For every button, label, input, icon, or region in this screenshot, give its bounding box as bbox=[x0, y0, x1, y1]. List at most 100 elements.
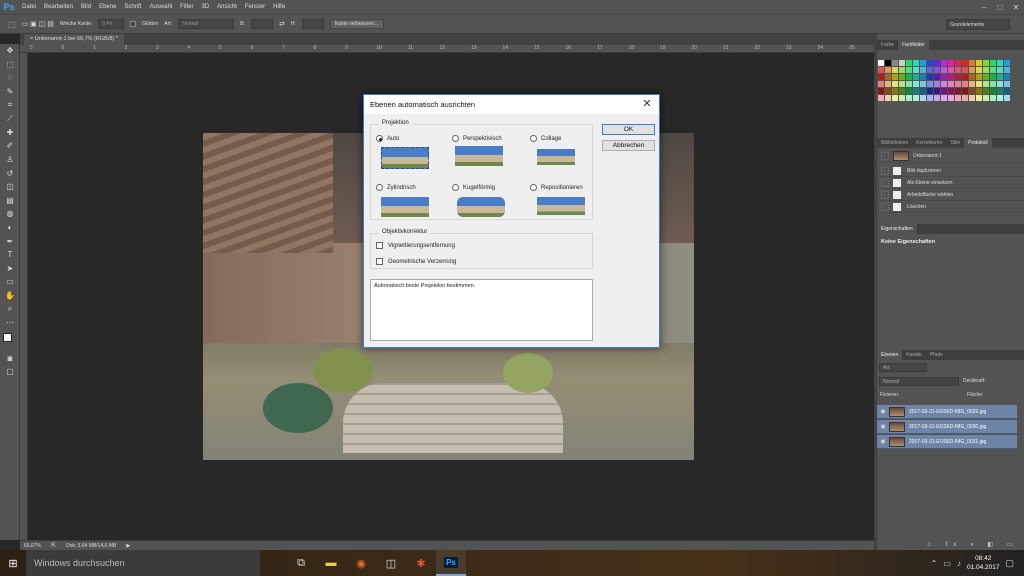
reposition-preview-thumbnail[interactable] bbox=[537, 197, 585, 215]
color-swatch[interactable] bbox=[948, 60, 954, 66]
color-swatch[interactable] bbox=[976, 60, 982, 66]
tab-stile[interactable]: Stile bbox=[946, 138, 964, 148]
color-swatch[interactable] bbox=[969, 88, 975, 94]
network-icon[interactable]: ▭ bbox=[943, 559, 951, 568]
color-swatch[interactable] bbox=[976, 88, 982, 94]
color-swatch[interactable] bbox=[885, 88, 891, 94]
color-swatch[interactable] bbox=[927, 60, 933, 66]
zoom-tool-icon[interactable]: ⌕ bbox=[0, 302, 20, 316]
smooth-checkbox[interactable] bbox=[130, 21, 137, 27]
layer-row[interactable]: ◉ 2017-03-31-EOS6D-IMG_0031.jpg bbox=[877, 435, 1017, 449]
path-select-tool-icon[interactable]: ➤ bbox=[0, 262, 20, 276]
menu-fenster[interactable]: Fenster bbox=[241, 0, 269, 14]
color-swatch[interactable] bbox=[941, 74, 947, 80]
color-swatch[interactable] bbox=[885, 67, 891, 73]
spherical-preview-thumbnail[interactable] bbox=[457, 197, 505, 217]
history-brush-source[interactable] bbox=[881, 178, 889, 187]
color-swatch[interactable] bbox=[885, 95, 891, 101]
color-swatch[interactable] bbox=[990, 81, 996, 87]
color-swatch[interactable] bbox=[913, 88, 919, 94]
stamp-tool-icon[interactable]: ♙ bbox=[0, 153, 20, 167]
color-swatch[interactable] bbox=[997, 67, 1003, 73]
color-swatch[interactable] bbox=[885, 81, 891, 87]
color-swatch[interactable] bbox=[892, 88, 898, 94]
crop-tool-icon[interactable]: ⌗ bbox=[0, 98, 20, 112]
color-swatch[interactable] bbox=[969, 60, 975, 66]
color-swatch[interactable] bbox=[990, 60, 996, 66]
tab-korrekturen[interactable]: Korrekturen bbox=[912, 138, 946, 148]
quick-mask-icon[interactable]: ◙ bbox=[0, 351, 20, 365]
color-swatch[interactable] bbox=[962, 95, 968, 101]
history-brush-source[interactable] bbox=[881, 166, 889, 175]
color-swatch[interactable] bbox=[983, 88, 989, 94]
color-swatch[interactable] bbox=[941, 95, 947, 101]
color-swatch[interactable] bbox=[962, 74, 968, 80]
color-swatch[interactable] bbox=[1004, 88, 1010, 94]
color-swatch[interactable] bbox=[892, 67, 898, 73]
collage-preview-thumbnail[interactable] bbox=[537, 149, 575, 165]
taskbar-clock[interactable]: 08:42 01.04.2017 bbox=[967, 554, 1000, 572]
color-swatch[interactable] bbox=[920, 95, 926, 101]
color-swatch[interactable] bbox=[969, 95, 975, 101]
swap-icon[interactable]: ⇄ bbox=[279, 20, 285, 28]
color-swatch[interactable] bbox=[962, 60, 968, 66]
blend-mode-select[interactable]: Normal bbox=[879, 377, 959, 386]
document-tab-close[interactable]: × bbox=[30, 36, 33, 42]
color-swatch[interactable] bbox=[983, 81, 989, 87]
export-icon[interactable]: ⇱ bbox=[51, 542, 56, 549]
color-swatch[interactable] bbox=[899, 95, 905, 101]
color-swatch[interactable] bbox=[934, 88, 940, 94]
tab-protokoll[interactable]: Protokoll bbox=[964, 138, 992, 148]
color-swatch[interactable] bbox=[906, 95, 912, 101]
color-swatch[interactable] bbox=[955, 67, 961, 73]
radio-collage[interactable]: Collage bbox=[530, 135, 561, 142]
history-brush-source[interactable] bbox=[881, 190, 889, 199]
perspective-preview-thumbnail[interactable] bbox=[455, 146, 503, 166]
color-swatch[interactable] bbox=[878, 88, 884, 94]
color-swatch[interactable] bbox=[927, 81, 933, 87]
color-swatch[interactable] bbox=[899, 67, 905, 73]
history-brush-tool-icon[interactable]: ↺ bbox=[0, 166, 20, 180]
distortion-checkbox[interactable]: Geometrische Verzerrung bbox=[376, 258, 456, 265]
color-swatch[interactable] bbox=[927, 74, 933, 80]
color-swatch[interactable] bbox=[906, 67, 912, 73]
color-swatch[interactable] bbox=[976, 81, 982, 87]
color-swatch[interactable] bbox=[962, 67, 968, 73]
color-swatch[interactable] bbox=[906, 74, 912, 80]
soft-edge-input[interactable]: 0 Px bbox=[98, 19, 125, 29]
cylindrical-preview-thumbnail[interactable] bbox=[381, 197, 429, 217]
swatches-grid[interactable] bbox=[878, 60, 1010, 101]
notifications-icon[interactable]: ▢ bbox=[1005, 558, 1014, 569]
checkbox-icon[interactable] bbox=[376, 242, 383, 249]
eraser-tool-icon[interactable]: ◫ bbox=[0, 180, 20, 194]
menu-hilfe[interactable]: Hilfe bbox=[269, 0, 289, 14]
radio-perspective[interactable]: Perspektivisch bbox=[452, 135, 502, 142]
color-swatch[interactable] bbox=[920, 88, 926, 94]
menu-ebene[interactable]: Ebene bbox=[95, 0, 120, 14]
color-swatch[interactable] bbox=[878, 67, 884, 73]
history-item[interactable]: Arbeitsfläche wählen bbox=[877, 189, 1024, 201]
cancel-button[interactable]: Abbrechen bbox=[602, 140, 655, 151]
history-item[interactable]: Als Ebene einsetzen bbox=[877, 177, 1024, 189]
workspace-select[interactable]: Grundelemente bbox=[946, 19, 1010, 30]
type-tool-icon[interactable]: T bbox=[0, 248, 20, 262]
radio-icon[interactable] bbox=[376, 135, 383, 142]
vignette-checkbox[interactable]: Vignettierungsentfernung bbox=[376, 242, 455, 249]
color-swatch[interactable] bbox=[913, 60, 919, 66]
layer-actions-bar[interactable]: ⊂ fx ◑ ◧ ▭ ⊞ ✕ bbox=[927, 541, 1024, 548]
menu-auswahl[interactable]: Auswahl bbox=[145, 0, 176, 14]
color-swatch[interactable] bbox=[997, 95, 1003, 101]
eye-icon[interactable]: ◉ bbox=[877, 423, 889, 430]
color-swatch-icon[interactable] bbox=[0, 329, 20, 351]
color-swatch[interactable] bbox=[899, 81, 905, 87]
color-swatch[interactable] bbox=[969, 74, 975, 80]
radio-icon[interactable] bbox=[376, 184, 383, 191]
tab-farbfelder[interactable]: Farbfelder bbox=[898, 40, 929, 50]
color-swatch[interactable] bbox=[899, 88, 905, 94]
color-swatch[interactable] bbox=[934, 74, 940, 80]
color-swatch[interactable] bbox=[997, 81, 1003, 87]
color-swatch[interactable] bbox=[934, 81, 940, 87]
brush-tool-icon[interactable]: ✐ bbox=[0, 139, 20, 153]
color-swatch[interactable] bbox=[934, 67, 940, 73]
app-icon[interactable]: ◫ bbox=[376, 550, 406, 576]
